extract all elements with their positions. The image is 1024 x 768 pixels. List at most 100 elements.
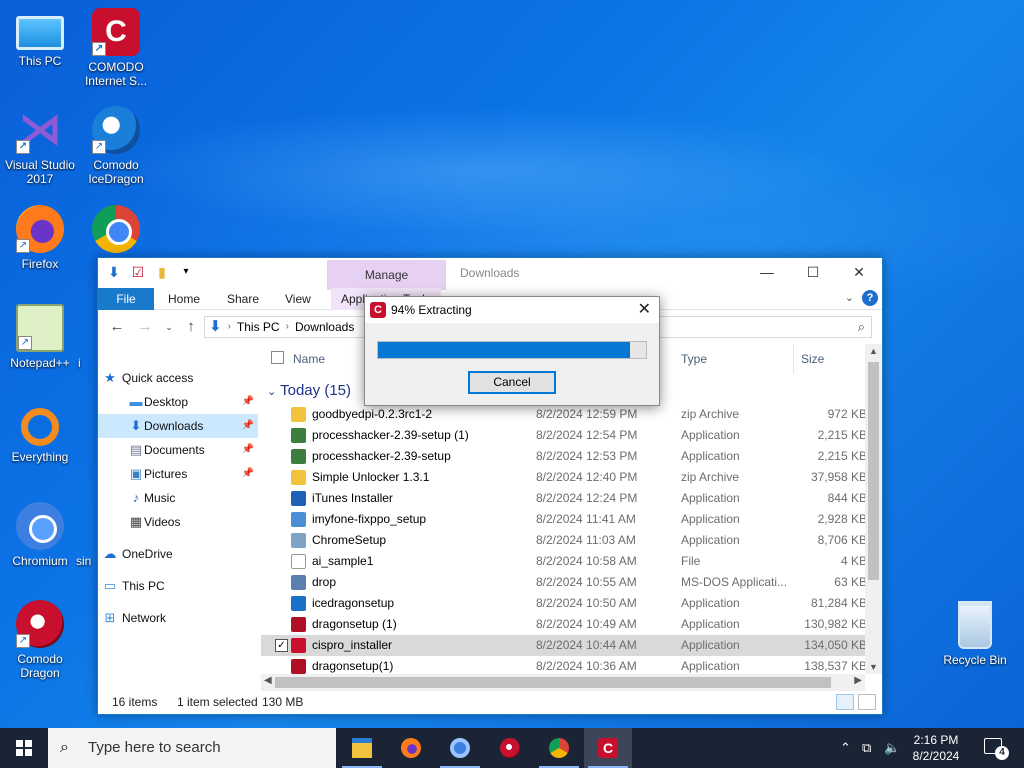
- sidebar-item-quick-access[interactable]: ★ Quick access: [98, 366, 258, 390]
- desktop-icon-chromium[interactable]: Chromium: [0, 502, 80, 568]
- desktop-icon-firefox[interactable]: ↗ Firefox: [0, 205, 80, 271]
- details-view-button[interactable]: [836, 694, 854, 710]
- videos-folder-icon: ▦: [129, 514, 143, 529]
- sidebar-item-videos[interactable]: ▦ Videos: [98, 510, 258, 534]
- sidebar-item-desktop[interactable]: ▬ Desktop 📌: [98, 390, 258, 414]
- close-button[interactable]: ✕: [836, 258, 882, 286]
- scroll-left-icon[interactable]: ◀: [264, 675, 272, 686]
- column-type[interactable]: Type: [681, 352, 707, 366]
- scroll-up-icon[interactable]: ▲: [865, 346, 882, 356]
- desktop-icon-comodo[interactable]: C ↗ COMODO Internet S...: [76, 8, 156, 88]
- scrollbar-thumb[interactable]: [275, 677, 831, 688]
- clock[interactable]: 2:16 PM 8/2/2024: [906, 732, 966, 764]
- tab-file[interactable]: File: [98, 288, 154, 310]
- taskbar-comodo[interactable]: C: [584, 728, 632, 768]
- properties-icon[interactable]: ☑: [130, 264, 146, 280]
- taskbar-chrome[interactable]: [535, 728, 583, 768]
- table-row[interactable]: drop 8/2/2024 10:55 AM MS-DOS Applicati...…: [261, 572, 871, 593]
- desktop-icon-chrome[interactable]: [76, 205, 156, 257]
- tab-share[interactable]: Share: [227, 288, 259, 310]
- desktop-icon-label: Everything: [11, 450, 69, 464]
- customize-toolbar-icon[interactable]: ▾: [178, 264, 194, 280]
- chevron-down-icon[interactable]: ⌄: [845, 291, 854, 304]
- dragon-icon: [291, 617, 306, 632]
- search-input[interactable]: ⌕: [658, 316, 872, 338]
- sidebar-item-network[interactable]: ⊞ Network: [98, 606, 258, 630]
- sidebar-item-downloads[interactable]: ⬇ Downloads 📌: [98, 414, 258, 438]
- taskbar-comodo-dragon[interactable]: [486, 728, 534, 768]
- table-row[interactable]: dragonsetup(1) 8/2/2024 10:36 AM Applicati…: [261, 656, 871, 674]
- table-row[interactable]: dragonsetup (1) 8/2/2024 10:49 AM Applicat…: [261, 614, 871, 635]
- blank-file-icon: [291, 554, 306, 569]
- file-name: imyfone-fixppo_setup: [312, 512, 427, 526]
- back-button[interactable]: ←: [108, 318, 126, 335]
- sidebar-item-this-pc[interactable]: ▭ This PC: [98, 574, 258, 598]
- large-icons-view-button[interactable]: [858, 694, 876, 710]
- select-all-checkbox[interactable]: [271, 351, 284, 364]
- sidebar-item-label: Pictures: [144, 467, 188, 481]
- table-row[interactable]: imyfone-fixppo_setup 8/2/2024 11:41 AM App…: [261, 509, 871, 530]
- up-button[interactable]: ↑: [182, 318, 200, 335]
- file-type: File: [681, 554, 701, 568]
- manage-tab[interactable]: Manage: [327, 260, 446, 290]
- column-size[interactable]: Size: [801, 352, 824, 366]
- desktop-icon-recycle-bin[interactable]: Recycle Bin: [935, 601, 1015, 667]
- taskbar-file-explorer[interactable]: [338, 728, 386, 768]
- computer-icon: ▭: [103, 578, 117, 593]
- start-button[interactable]: [0, 728, 48, 768]
- column-name[interactable]: Name: [293, 352, 325, 366]
- table-row[interactable]: Simple Unlocker 1.3.1 8/2/2024 12:40 PM zi…: [261, 467, 871, 488]
- sidebar-item-onedrive[interactable]: ☁ OneDrive: [98, 542, 258, 566]
- desktop-icon-notepadpp[interactable]: ↗ Notepad++: [0, 304, 80, 370]
- cancel-button[interactable]: Cancel: [468, 371, 556, 394]
- scroll-right-icon[interactable]: ▶: [854, 675, 862, 686]
- tab-view[interactable]: View: [285, 288, 311, 310]
- table-row[interactable]: processhacker-2.39-setup 8/2/2024 12:53 P…: [261, 446, 871, 467]
- vertical-scrollbar[interactable]: ▲ ▼: [865, 344, 882, 674]
- dialog-title-bar[interactable]: C 94% Extracting ✕: [365, 297, 659, 323]
- table-row[interactable]: processhacker-2.39-setup (1) 8/2/2024 12:…: [261, 425, 871, 446]
- desktop-icon-partial[interactable]: i: [78, 356, 98, 370]
- downloads-arrow-icon: ⬇: [209, 318, 222, 335]
- table-row[interactable]: iTunes Installer 8/2/2024 12:24 PM Applica…: [261, 488, 871, 509]
- table-row[interactable]: ai_sample1 8/2/2024 10:58 AM File 4 KB: [261, 551, 871, 572]
- pin-icon: 📌: [241, 444, 254, 455]
- group-header[interactable]: ⌄ Today (15): [267, 382, 351, 399]
- minimize-button[interactable]: —: [744, 258, 790, 286]
- notification-center-icon[interactable]: 4: [984, 738, 1009, 760]
- taskbar-firefox[interactable]: [387, 728, 435, 768]
- desktop-icon-everything[interactable]: Everything: [0, 404, 80, 464]
- horizontal-scrollbar[interactable]: ◀ ▶: [261, 674, 865, 691]
- breadcrumb-downloads[interactable]: Downloads: [295, 317, 354, 337]
- row-checkbox[interactable]: ✓: [275, 639, 288, 652]
- table-row[interactable]: ✓ cispro_installer 8/2/2024 10:44 AM Applic…: [261, 635, 871, 656]
- taskbar-chromium[interactable]: [436, 728, 484, 768]
- desktop-icon-visual-studio[interactable]: ⋊ ↗ Visual Studio 2017: [0, 106, 80, 187]
- table-row[interactable]: goodbyedpi-0.2.3rc1-2 8/2/2024 12:59 PM zi…: [261, 404, 871, 425]
- desktop-icon-icedragon[interactable]: ↗ Comodo IceDragon: [76, 106, 156, 186]
- dialog-close-button[interactable]: ✕: [638, 297, 651, 323]
- sidebar-item-documents[interactable]: ▤ Documents 📌: [98, 438, 258, 462]
- table-row[interactable]: ChromeSetup 8/2/2024 11:03 AM Application 8…: [261, 530, 871, 551]
- tab-home[interactable]: Home: [168, 288, 200, 310]
- network-status-icon[interactable]: ⧉: [862, 728, 871, 768]
- chromium-icon: [16, 502, 64, 550]
- column-divider[interactable]: [793, 344, 794, 374]
- breadcrumb-this-pc[interactable]: This PC: [237, 317, 280, 337]
- title-bar[interactable]: ⬇ ☑ ▮ ▾ Manage Downloads — ☐ ✕: [98, 258, 882, 290]
- new-folder-icon[interactable]: ▮: [154, 264, 170, 280]
- scroll-down-icon[interactable]: ▼: [865, 662, 882, 672]
- sidebar-item-music[interactable]: ♪ Music: [98, 486, 258, 510]
- volume-muted-icon[interactable]: 🔈: [884, 728, 900, 768]
- taskbar-search-box[interactable]: ⌕ Type here to search: [48, 728, 336, 768]
- desktop-icon-comodo-dragon[interactable]: ↗ Comodo Dragon: [0, 600, 80, 680]
- forward-button[interactable]: →: [136, 318, 154, 335]
- maximize-button[interactable]: ☐: [790, 258, 836, 286]
- sidebar-item-pictures[interactable]: ▣ Pictures 📌: [98, 462, 258, 486]
- table-row[interactable]: icedragonsetup 8/2/2024 10:50 AM Applicati…: [261, 593, 871, 614]
- scrollbar-thumb[interactable]: [868, 362, 879, 580]
- help-icon[interactable]: ?: [862, 290, 878, 306]
- desktop-icon-this-pc[interactable]: This PC: [0, 8, 80, 68]
- recent-locations-button[interactable]: ⌄: [160, 322, 178, 333]
- show-hidden-icons-chevron-icon[interactable]: ⌃: [840, 728, 851, 768]
